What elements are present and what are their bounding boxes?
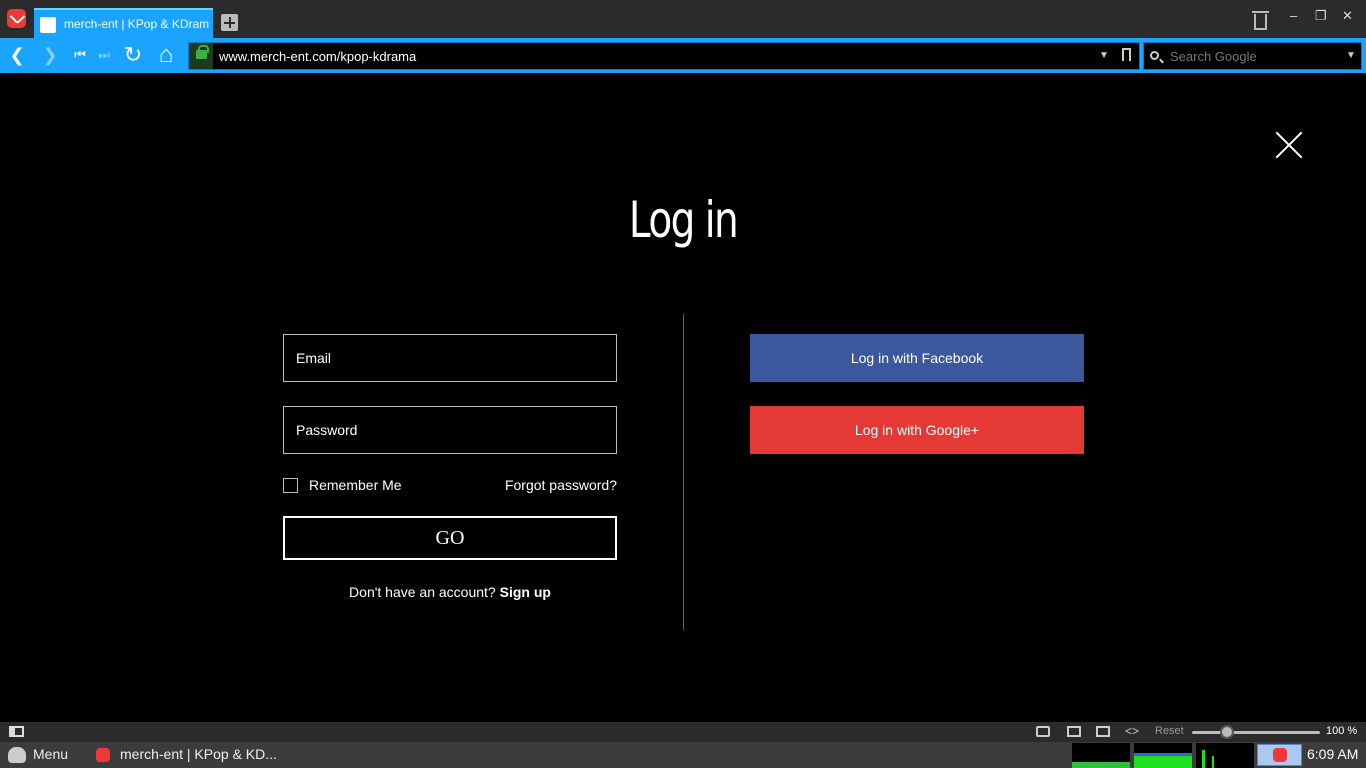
rewind-icon[interactable]: ⏮ (69, 44, 91, 66)
image-icon[interactable] (1096, 726, 1110, 737)
search-icon[interactable] (1150, 51, 1159, 60)
url-text: www.merch-ent.com/kpop-kdrama (219, 49, 417, 64)
os-taskbar: Menu merch-ent | KPop & KD... 6:09 AM (0, 742, 1366, 768)
tray-vivaldi-icon[interactable] (1257, 744, 1302, 766)
address-toolbar: ❮ ❯ ⏮ ⏭ ↻ ⌂ www.merch-ent.com/kpop-kdram… (0, 38, 1366, 73)
vivaldi-task-icon (96, 748, 110, 762)
tab-favicon-icon (40, 17, 56, 33)
zoom-level: 100 % (1326, 725, 1358, 737)
clock: 6:09 AM (1307, 746, 1359, 762)
memory-monitor-graph (1134, 743, 1192, 768)
search-dropdown-icon[interactable]: ▼ (1346, 50, 1356, 61)
code-arrows-icon[interactable]: <> (1125, 724, 1139, 738)
search-field[interactable]: ▼ (1143, 42, 1362, 70)
gnome-foot-icon[interactable] (8, 747, 26, 763)
search-input[interactable] (1170, 46, 1340, 66)
email-field[interactable] (283, 334, 617, 382)
signup-link[interactable]: Sign up (500, 584, 551, 600)
tab-active[interactable]: merch-ent | KPop & KDrama (34, 8, 213, 38)
reload-icon[interactable]: ↻ (122, 44, 144, 66)
page-content: Log in Remember Me Forgot password? GO D… (0, 73, 1366, 722)
divider (683, 314, 684, 630)
tab-bar: merch-ent | KPop & KDrama – ❐ ✕ (0, 0, 1366, 38)
zoom-slider-thumb[interactable] (1219, 725, 1234, 739)
taskbar-window-item[interactable]: merch-ent | KPop & KD... (120, 746, 277, 762)
close-icon[interactable] (1275, 131, 1303, 159)
remember-label: Remember Me (309, 477, 402, 493)
fast-forward-icon[interactable]: ⏭ (93, 44, 115, 66)
go-button[interactable]: GO (283, 516, 617, 560)
network-monitor-graph (1196, 743, 1254, 768)
password-input[interactable] (284, 407, 616, 453)
google-login-button[interactable]: Log in with Google+ (750, 406, 1084, 454)
close-window-button[interactable]: ✕ (1342, 8, 1353, 24)
forward-arrow-icon[interactable]: ❯ (39, 44, 61, 66)
bookmark-icon[interactable] (1122, 48, 1131, 61)
window-icon[interactable] (1067, 726, 1081, 737)
minimize-button[interactable]: – (1290, 8, 1297, 23)
email-input[interactable] (284, 335, 616, 381)
lock-icon (196, 45, 209, 59)
url-field[interactable]: www.merch-ent.com/kpop-kdrama ▼ (188, 42, 1140, 70)
zoom-reset-button[interactable]: Reset (1155, 725, 1184, 737)
new-tab-plus-icon[interactable] (221, 14, 238, 31)
signup-line: Don't have an account? Sign up (283, 584, 617, 600)
tab-title: merch-ent | KPop & KDrama (64, 17, 209, 31)
remember-checkbox[interactable] (283, 477, 298, 493)
site-info-badge[interactable] (189, 43, 213, 69)
panel-toggle-icon[interactable] (9, 726, 24, 737)
trash-icon[interactable] (1252, 11, 1269, 30)
page-title: Log in (628, 191, 739, 249)
facebook-login-button[interactable]: Log in with Facebook (750, 334, 1084, 382)
password-field[interactable] (283, 406, 617, 454)
vivaldi-menu-icon[interactable] (7, 9, 26, 28)
remember-me[interactable]: Remember Me (283, 477, 402, 493)
home-icon[interactable]: ⌂ (155, 43, 177, 67)
forgot-password-link[interactable]: Forgot password? (470, 477, 617, 493)
menu-button[interactable]: Menu (33, 746, 68, 762)
restore-button[interactable]: ❐ (1315, 8, 1327, 24)
back-arrow-icon[interactable]: ❮ (6, 44, 28, 66)
url-dropdown-icon[interactable]: ▼ (1099, 50, 1109, 61)
zoom-slider-track[interactable] (1192, 731, 1320, 734)
signup-prompt: Don't have an account? (349, 584, 496, 600)
camera-icon[interactable] (1036, 726, 1050, 737)
status-bar: <> Reset 100 % (0, 722, 1366, 742)
cpu-monitor-graph (1072, 743, 1130, 768)
